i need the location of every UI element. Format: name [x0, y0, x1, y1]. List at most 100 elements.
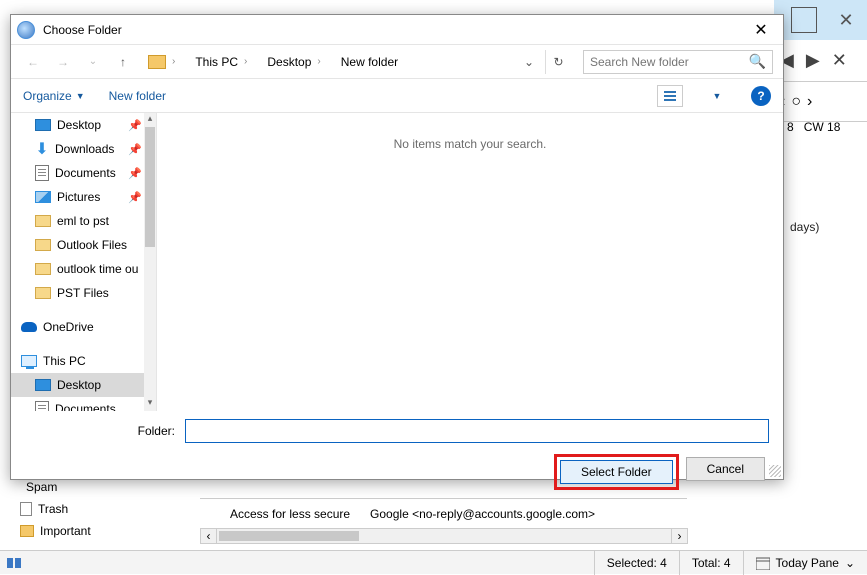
calendar-icon	[756, 556, 770, 570]
pin-icon[interactable]: 📌	[128, 119, 142, 132]
nav-up-button[interactable]: ↑	[111, 50, 135, 74]
tree-item-thispc[interactable]: This PC	[11, 349, 156, 373]
breadcrumb-desktop[interactable]: Desktop ›	[260, 51, 327, 73]
dialog-footer: Folder: Select Folder Cancel	[11, 411, 783, 495]
activity-icon[interactable]	[4, 553, 26, 573]
tree-label: This PC	[43, 354, 86, 368]
tree-item-desktop2[interactable]: Desktop	[11, 373, 156, 397]
tree-item-downloads[interactable]: ⬇Downloads📌	[11, 137, 156, 161]
trash-label: Trash	[38, 502, 68, 516]
tree-item-documents[interactable]: Documents 📌	[11, 161, 156, 185]
search-box[interactable]: 🔍	[583, 50, 773, 74]
tree-label: Desktop	[57, 118, 101, 132]
maximize-icon[interactable]	[791, 7, 817, 33]
view-icon	[664, 91, 676, 101]
today-icon[interactable]: ○	[791, 93, 801, 111]
today-pane-label: Today Pane	[776, 556, 839, 570]
bg-window-titlebar: ✕	[774, 0, 867, 40]
nav-back-button[interactable]: ←	[21, 50, 45, 74]
refresh-button[interactable]: ↻	[545, 50, 571, 74]
horizontal-scrollbar[interactable]: ‹ ›	[200, 528, 688, 544]
desktop-icon	[35, 119, 51, 131]
pin-icon[interactable]: 📌	[128, 191, 142, 204]
next-icon[interactable]: ▶	[806, 50, 820, 71]
chevron-down-icon[interactable]: ⌄	[81, 50, 105, 74]
scroll-right-icon[interactable]: ›	[671, 529, 687, 543]
tree-label: Outlook Files	[57, 238, 127, 252]
tree-item-outlookfiles[interactable]: Outlook Files	[11, 233, 156, 257]
crumb-label: New folder	[341, 55, 398, 69]
view-options-dropdown[interactable]: ▼	[707, 84, 727, 108]
scroll-thumb[interactable]	[219, 531, 359, 541]
tree-item-outlooktb[interactable]: outlook time ou	[11, 257, 156, 281]
nav-forward-button: →	[51, 50, 75, 74]
scroll-left-icon[interactable]: ‹	[201, 529, 217, 543]
select-folder-button[interactable]: Select Folder	[560, 460, 673, 484]
tree-label: OneDrive	[43, 320, 94, 334]
week-label: 8 CW 18	[787, 120, 840, 134]
close-window-icon[interactable]: ✕	[825, 0, 867, 40]
file-list-empty: No items match your search.	[157, 113, 783, 411]
dialog-close-button[interactable]: ✕	[745, 17, 777, 43]
resize-grip[interactable]	[769, 465, 781, 477]
pictures-icon	[35, 191, 51, 203]
scroll-down-icon[interactable]: ▾	[144, 397, 156, 411]
chevron-right-icon: ›	[317, 56, 320, 67]
view-options-button[interactable]	[657, 85, 683, 107]
tree-item-pst[interactable]: PST Files	[11, 281, 156, 305]
document-icon	[35, 165, 49, 181]
search-icon[interactable]: 🔍	[749, 53, 766, 70]
tree-item-important[interactable]: Important	[14, 520, 91, 542]
folder-name-input[interactable]	[185, 419, 769, 443]
tree-item-eml[interactable]: eml to pst	[11, 209, 156, 233]
desktop-icon	[35, 379, 51, 391]
trash-icon	[20, 502, 32, 516]
scroll-thumb[interactable]	[145, 127, 155, 247]
tree-scrollbar[interactable]: ▴ ▾	[144, 113, 156, 411]
tree-item-desktop[interactable]: Desktop 📌	[11, 113, 156, 137]
download-icon: ⬇	[35, 142, 49, 156]
scroll-up-icon[interactable]: ▴	[144, 113, 156, 127]
document-icon	[35, 401, 49, 411]
today-pane-toggle[interactable]: Today Pane ⌄	[743, 551, 867, 575]
tree-item-pictures[interactable]: Pictures 📌	[11, 185, 156, 209]
bg-toolbar-week: ‹ ○ ›	[774, 82, 867, 122]
tree-item-documents2[interactable]: Documents	[11, 397, 156, 411]
tree-item-onedrive[interactable]: OneDrive	[11, 315, 156, 339]
status-total: Total: 4	[679, 551, 743, 575]
folder-icon	[35, 239, 51, 251]
next-week-icon[interactable]: ›	[807, 93, 812, 111]
organize-menu[interactable]: Organize▼	[23, 89, 85, 103]
cw-label: CW 18	[804, 120, 841, 134]
tree-item-trash[interactable]: Trash	[14, 498, 91, 520]
folder-field-label: Folder:	[25, 424, 175, 438]
choose-folder-dialog: Choose Folder ✕ ← → ⌄ ↑ › This PC› Deskt…	[10, 14, 784, 480]
tree-label: Documents	[55, 166, 116, 180]
search-input[interactable]	[590, 55, 749, 69]
mail-list-row[interactable]: Access for less secure Google <no-reply@…	[200, 498, 687, 528]
tree-label: Documents	[55, 402, 116, 411]
breadcrumb-newfolder[interactable]: New folder	[334, 51, 405, 73]
pin-icon[interactable]: 📌	[128, 143, 142, 156]
dialog-titlebar[interactable]: Choose Folder ✕	[11, 15, 783, 45]
chevron-right-icon: ›	[244, 56, 247, 67]
new-folder-button[interactable]: New folder	[109, 89, 166, 103]
close-tab-icon[interactable]: ✕	[832, 50, 847, 71]
breadcrumb-thispc[interactable]: This PC›	[188, 51, 254, 73]
tree-label: eml to pst	[57, 214, 109, 228]
bg-toolbar-nav: ◀ ▶ ✕	[774, 40, 867, 82]
pc-icon	[21, 355, 37, 367]
help-button[interactable]: ?	[751, 86, 771, 106]
pin-icon[interactable]: 📌	[128, 167, 142, 180]
chevron-down-icon: ▼	[76, 91, 85, 101]
dialog-title: Choose Folder	[43, 23, 745, 37]
folder-icon	[35, 263, 51, 275]
address-bar: ← → ⌄ ↑ › This PC› Desktop › New folder ⌄…	[11, 45, 783, 79]
cancel-button[interactable]: Cancel	[686, 457, 765, 481]
address-dropdown[interactable]: ⌄	[519, 50, 539, 74]
week8: 8	[787, 120, 794, 134]
breadcrumb-root[interactable]: ›	[141, 51, 182, 73]
crumb-label: Desktop	[267, 55, 311, 69]
tree-label: Pictures	[57, 190, 100, 204]
status-bar: Selected: 4 Total: 4 Today Pane ⌄	[0, 550, 867, 574]
